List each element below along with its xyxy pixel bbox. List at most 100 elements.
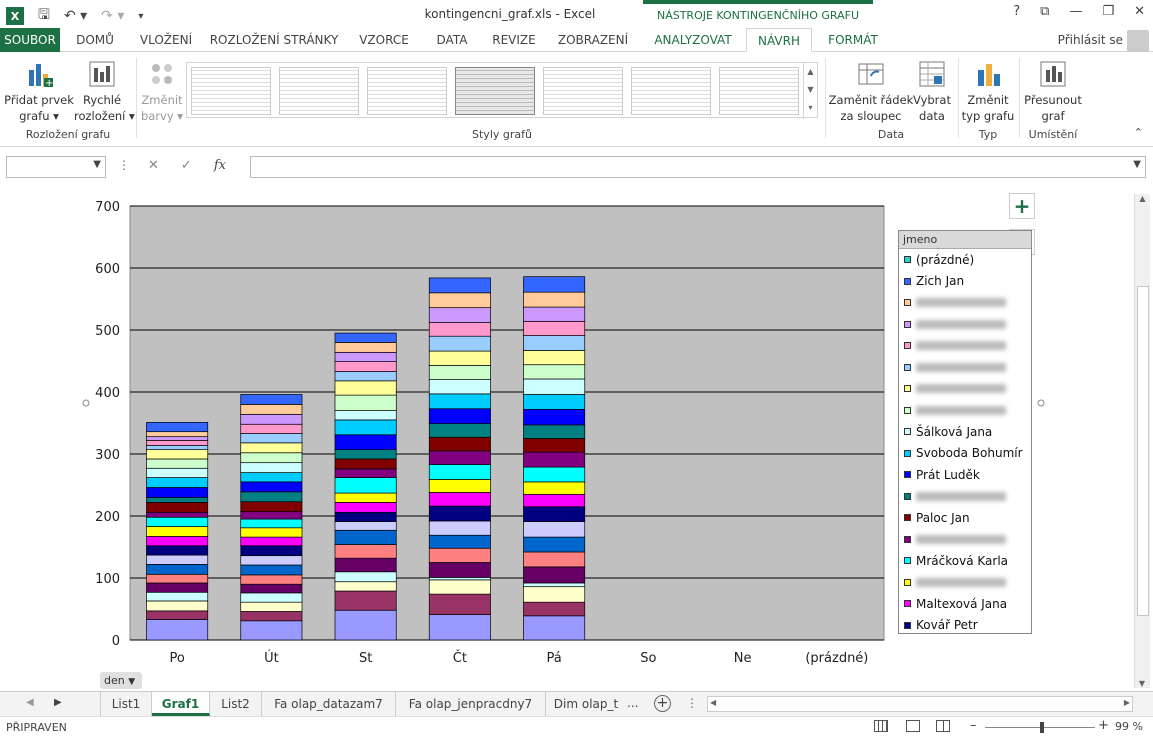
- bar-segment[interactable]: [240, 545, 303, 557]
- zoom-level[interactable]: 99 %: [1115, 720, 1143, 733]
- sheet-tab-list2[interactable]: List2: [210, 692, 262, 716]
- bar-segment[interactable]: [146, 536, 209, 547]
- bar-segment[interactable]: [334, 502, 397, 513]
- minimize-button[interactable]: —: [1069, 4, 1082, 19]
- bar-segment[interactable]: [428, 547, 491, 563]
- tab-file[interactable]: SOUBOR: [0, 28, 60, 52]
- new-sheet-icon[interactable]: +: [654, 695, 671, 712]
- bar-segment[interactable]: [523, 481, 586, 495]
- chart-style-thumb[interactable]: [719, 67, 799, 115]
- bar-segment[interactable]: [334, 477, 397, 494]
- quick-layout-button[interactable]: Rychlé rozložení ▾: [74, 60, 135, 124]
- zoom-in-icon[interactable]: +: [1098, 718, 1109, 733]
- bar-segment[interactable]: [334, 468, 397, 478]
- legend-item[interactable]: Mráčková Karla: [899, 550, 1031, 572]
- chevron-up-icon[interactable]: ▲: [1135, 194, 1150, 208]
- bar-segment[interactable]: [240, 583, 303, 594]
- bar-segment[interactable]: [334, 419, 397, 436]
- bar-segment[interactable]: [146, 511, 209, 518]
- close-button[interactable]: ✕: [1134, 4, 1145, 19]
- bar-segment[interactable]: [146, 516, 209, 527]
- legend-item[interactable]: [899, 357, 1031, 379]
- bar-segment[interactable]: [146, 619, 209, 641]
- bar-segment[interactable]: [240, 511, 303, 520]
- bar-segment[interactable]: [428, 307, 491, 323]
- gallery-scroll[interactable]: ▲ ▼ ▾: [803, 63, 817, 119]
- bar-segment[interactable]: [146, 497, 209, 503]
- bar-segment[interactable]: [334, 434, 397, 451]
- bar-segment[interactable]: [240, 452, 303, 464]
- bar-segment[interactable]: [334, 529, 397, 545]
- undo-icon[interactable]: ↶ ▾: [64, 8, 87, 24]
- bar-segment[interactable]: [334, 410, 397, 421]
- field-button-den[interactable]: den ▼: [100, 672, 142, 689]
- bar-segment[interactable]: [334, 332, 397, 343]
- bar-segment[interactable]: [428, 423, 491, 438]
- bar-segment[interactable]: [146, 573, 209, 584]
- bar-segment[interactable]: [240, 394, 303, 405]
- bar-segment[interactable]: [428, 562, 491, 578]
- chevron-down-icon[interactable]: ▼: [804, 81, 817, 99]
- bar-segment[interactable]: [334, 492, 397, 503]
- bar-segment[interactable]: [428, 479, 491, 493]
- bar-segment[interactable]: [523, 521, 586, 538]
- sign-in-link[interactable]: Přihlásit se: [1058, 33, 1123, 47]
- bar-segment[interactable]: [240, 536, 303, 547]
- avatar[interactable]: [1127, 30, 1149, 52]
- sheet-tab-fa-olap-jenpracdny7[interactable]: Fa olap_jenpracdny7: [396, 692, 546, 716]
- bar-segment[interactable]: [428, 520, 491, 536]
- bar-segment[interactable]: [334, 449, 397, 460]
- bar-segment[interactable]: [428, 335, 491, 352]
- legend-item[interactable]: Kovář Petr: [899, 615, 1031, 637]
- bar-segment[interactable]: [240, 555, 303, 566]
- bar-segment[interactable]: [523, 320, 586, 336]
- bar-segment[interactable]: [523, 335, 586, 351]
- chart-style-thumb[interactable]: [455, 67, 535, 115]
- bar-segment[interactable]: [523, 615, 586, 641]
- bar-segment[interactable]: [240, 433, 303, 444]
- move-chart-button[interactable]: Přesunout graf: [1022, 60, 1084, 124]
- bar-segment[interactable]: [428, 393, 491, 410]
- view-page-break-icon[interactable]: [936, 720, 950, 732]
- legend-item[interactable]: [899, 400, 1031, 422]
- bar-segment[interactable]: [428, 350, 491, 366]
- bar-segment[interactable]: [334, 380, 397, 396]
- change-colors-button[interactable]: Změnit barvy ▾: [138, 60, 186, 124]
- bar-segment[interactable]: [334, 361, 397, 372]
- bar-segment[interactable]: [240, 527, 303, 538]
- bar-segment[interactable]: [523, 551, 586, 568]
- customize-toolbar-icon[interactable]: ▾: [138, 11, 143, 22]
- bar-segment[interactable]: [240, 413, 303, 425]
- cancel-icon[interactable]: ✕: [148, 158, 159, 173]
- formula-options-icon[interactable]: ⋮: [118, 158, 130, 172]
- bar-segment[interactable]: [428, 534, 491, 549]
- ribbon-display-button[interactable]: ⧉: [1040, 4, 1049, 19]
- bar-segment[interactable]: [428, 505, 491, 522]
- scroll-thumb[interactable]: [1137, 286, 1149, 616]
- bar-segment[interactable]: [146, 526, 209, 537]
- bar-segment[interactable]: [523, 276, 586, 293]
- bar-segment[interactable]: [523, 350, 586, 366]
- switch-row-column-button[interactable]: Zaměnit řádek za sloupec: [828, 60, 914, 124]
- bar-segment[interactable]: [240, 481, 303, 493]
- bar-segment[interactable]: [334, 590, 397, 611]
- bar-segment[interactable]: [334, 351, 397, 362]
- bar-segment[interactable]: [334, 557, 397, 573]
- bar-segment[interactable]: [146, 422, 209, 433]
- view-page-layout-icon[interactable]: [906, 720, 920, 732]
- bar-segment[interactable]: [523, 306, 586, 322]
- tab-split-icon[interactable]: ⋮: [686, 696, 698, 710]
- bar-segment[interactable]: [240, 501, 303, 513]
- maximize-button[interactable]: ❐: [1102, 4, 1114, 19]
- tab-review[interactable]: REVIZE: [482, 28, 546, 52]
- bar-segment[interactable]: [428, 450, 491, 465]
- legend-item[interactable]: [899, 572, 1031, 594]
- tab-data[interactable]: DATA: [422, 28, 482, 52]
- scroll-tabs-right-icon[interactable]: ▶: [54, 697, 62, 708]
- bar-segment[interactable]: [523, 582, 586, 588]
- tab-format[interactable]: FORMÁT: [814, 28, 892, 52]
- bar-segment[interactable]: [428, 614, 491, 641]
- legend-item[interactable]: [899, 335, 1031, 357]
- insert-function-icon[interactable]: fx: [214, 158, 226, 173]
- bar-segment[interactable]: [240, 518, 303, 529]
